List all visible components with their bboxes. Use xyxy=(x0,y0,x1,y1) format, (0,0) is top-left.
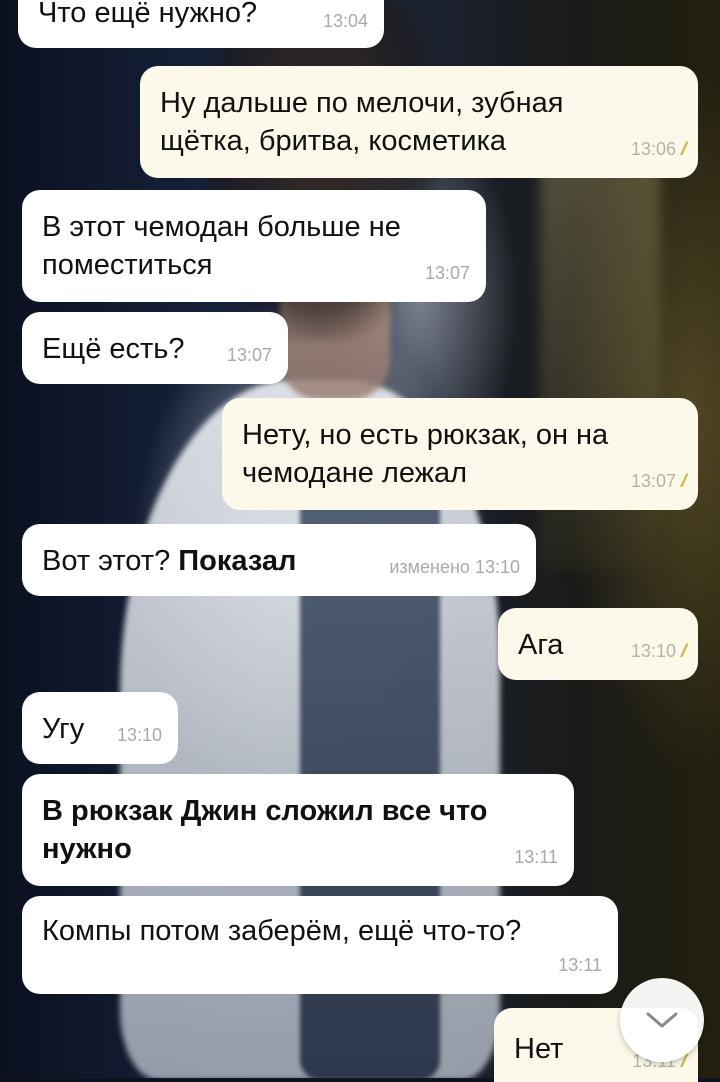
message-text: Вот этот? xyxy=(42,545,171,577)
message-bubble-outgoing[interactable]: Ага 13:10// xyxy=(498,608,698,680)
message-time: 13:07 xyxy=(424,263,470,283)
edited-label: изменено xyxy=(389,557,470,577)
message-bubble-incoming[interactable]: Вот этот? Показал изменено 13:10 xyxy=(22,524,536,596)
message-text-line: нужно xyxy=(42,833,132,865)
message-bubble-outgoing[interactable]: Ну дальше по мелочи, зубная щётка, бритв… xyxy=(140,66,698,178)
message-list[interactable]: Что ещё нужно? 13:04 Ну дальше по мелочи… xyxy=(0,0,720,1082)
message-text-line: щётка, бритва, косметика xyxy=(160,125,507,157)
message-bubble-incoming[interactable]: Угу 13:10 xyxy=(22,692,178,764)
scroll-to-bottom-button[interactable] xyxy=(620,978,704,1062)
message-time: 13:11 xyxy=(558,955,602,975)
message-text: Нет xyxy=(514,1033,564,1065)
message-text-line: поместиться xyxy=(42,249,213,281)
message-bubble-incoming[interactable]: Компы потом заберём, ещё что-то? 13:11 xyxy=(22,896,618,994)
message-text-line: В рюкзак Джин сложил все что xyxy=(42,795,488,827)
message-time: 13:07 xyxy=(226,345,272,365)
message-bubble-incoming[interactable]: В этот чемодан больше не поместиться 13:… xyxy=(22,190,486,302)
message-time: 13:10 xyxy=(474,557,520,577)
message-meta: изменено 13:10 xyxy=(389,548,520,586)
message-text: Угу xyxy=(42,713,85,745)
message-time: 13:07 xyxy=(630,471,676,491)
message-time: 13:06 xyxy=(630,139,676,159)
message-text-line: Ну дальше по мелочи, зубная xyxy=(160,87,564,119)
message-time: 13:10 xyxy=(116,725,162,745)
message-text: Ещё есть? xyxy=(42,333,185,365)
message-text: Ага xyxy=(518,629,564,661)
message-meta: 13:10// xyxy=(630,632,688,670)
message-meta: 13:06// xyxy=(630,130,688,168)
message-time: 13:11 xyxy=(514,847,558,867)
message-bubble-outgoing[interactable]: Нету, но есть рюкзак, он на чемодане леж… xyxy=(222,398,698,510)
chevron-down-icon xyxy=(646,1012,678,1028)
message-text-line: В этот чемодан больше не xyxy=(42,211,401,243)
message-time: 13:04 xyxy=(322,11,368,31)
message-text-line: чемодане лежал xyxy=(242,457,468,489)
message-text-bold: Показал xyxy=(178,545,297,577)
message-meta: 13:07// xyxy=(630,462,688,500)
message-text-line: Нету, но есть рюкзак, он на xyxy=(242,419,609,451)
message-bubble-incoming[interactable]: Ещё есть? 13:07 xyxy=(22,312,288,384)
message-bubble-incoming[interactable]: Что ещё нужно? 13:04 xyxy=(18,0,384,48)
message-time: 13:10 xyxy=(630,641,676,661)
message-text: Что ещё нужно? xyxy=(38,0,258,29)
message-bubble-incoming[interactable]: В рюкзак Джин сложил все что нужно 13:11 xyxy=(22,774,574,886)
message-text: Компы потом заберём, ещё что-то? xyxy=(42,915,522,947)
